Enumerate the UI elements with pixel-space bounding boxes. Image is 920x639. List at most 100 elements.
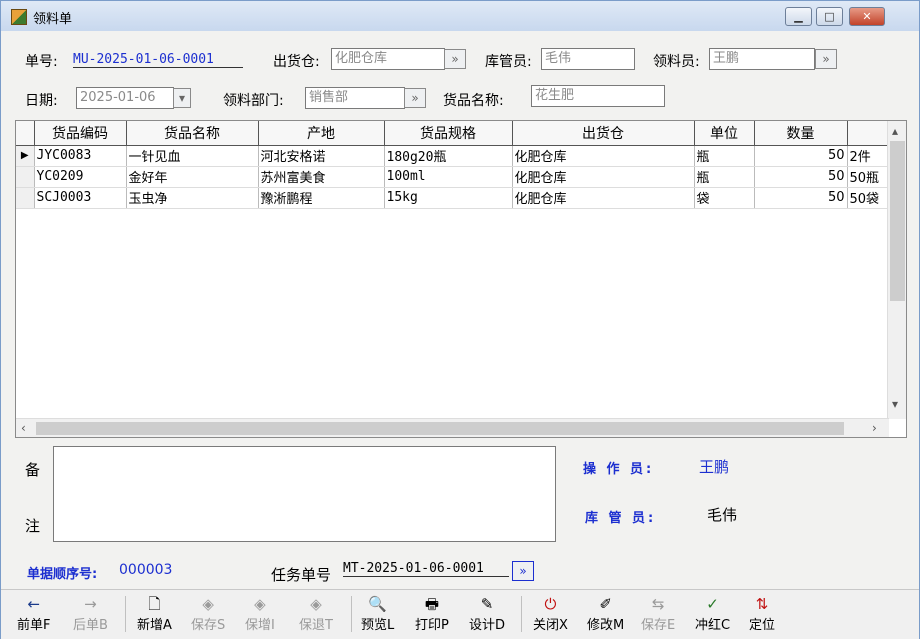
design-icon: ✎: [480, 595, 494, 613]
cell-quantity[interactable]: 50: [754, 166, 848, 188]
date-field[interactable]: 2025-01-06: [76, 87, 174, 109]
cell-extra[interactable]: 2件: [847, 145, 888, 167]
date-dropdown-button[interactable]: ▾: [173, 88, 191, 108]
close-button[interactable]: ⏻ 关闭X: [533, 594, 568, 636]
save-exit-icon: ◈: [310, 595, 322, 613]
col-header-warehouse[interactable]: 出货仓: [512, 121, 695, 146]
seq-value: 000003: [119, 562, 173, 578]
task-lookup-button[interactable]: »: [512, 561, 534, 581]
cell-unit[interactable]: 袋: [694, 187, 755, 209]
scroll-up-icon[interactable]: ▴: [892, 124, 898, 138]
cell-origin[interactable]: 苏州富美食: [258, 166, 385, 188]
cell-warehouse[interactable]: 化肥仓库: [512, 145, 695, 167]
power-icon: ⏻: [544, 595, 557, 613]
close-label: 关闭X: [533, 618, 568, 633]
cell-goods-name[interactable]: 玉虫净: [126, 187, 259, 209]
col-header-goods-code[interactable]: 货品编码: [34, 121, 127, 146]
col-header-goods-name[interactable]: 货品名称: [126, 121, 259, 146]
cell-warehouse[interactable]: 化肥仓库: [512, 166, 695, 188]
col-header-quantity[interactable]: 数量: [754, 121, 848, 146]
reverse-button[interactable]: ✓ 冲红C: [695, 594, 730, 636]
vertical-scrollbar[interactable]: ▴ ▾: [887, 121, 906, 419]
vertical-scroll-thumb[interactable]: [890, 141, 905, 301]
goods-name-label: 货品名称:: [443, 93, 504, 109]
cell-quantity[interactable]: 50: [754, 145, 848, 167]
remarks-label-bottom: 注: [25, 517, 41, 535]
operator-value: 王鹏: [699, 458, 730, 476]
toolbar-separator: [521, 596, 522, 632]
preview-icon: 🔍: [368, 595, 387, 613]
cell-spec[interactable]: 180g20瓶: [384, 145, 513, 167]
toolbar-separator: [351, 596, 352, 632]
save-exit-button[interactable]: ◈ 保退T: [299, 594, 333, 636]
maximize-button[interactable]: □: [816, 7, 843, 26]
row-indicator: [16, 166, 35, 188]
new-button[interactable]: 🗋 新增A: [137, 594, 172, 636]
cell-extra[interactable]: 50袋: [847, 187, 888, 209]
cell-origin[interactable]: 豫淅鹏程: [258, 187, 385, 209]
warehouse-lookup-button[interactable]: »: [444, 49, 466, 69]
save-exit-label: 保退T: [299, 618, 333, 633]
print-button[interactable]: 🖶 打印P: [415, 594, 449, 636]
cell-quantity[interactable]: 50: [754, 187, 848, 209]
next-doc-label: 后单B: [73, 618, 108, 633]
cell-goods-code[interactable]: JYC0083: [34, 145, 127, 167]
cell-origin[interactable]: 河北安格诺: [258, 145, 385, 167]
dept-label: 领料部门:: [223, 93, 284, 109]
minimize-button[interactable]: ▁: [785, 7, 812, 26]
cell-spec[interactable]: 15kg: [384, 187, 513, 209]
detail-grid: 货品编码 货品名称 产地 货品规格 出货仓 单位 数量 ▶ JYC0083 一针…: [15, 120, 907, 438]
scroll-down-icon[interactable]: ▾: [892, 397, 898, 411]
save-button[interactable]: ◈ 保存S: [191, 594, 225, 636]
remarks-label-top: 备: [25, 461, 41, 479]
scroll-left-icon[interactable]: ‹: [21, 421, 26, 435]
cell-unit[interactable]: 瓶: [694, 166, 755, 188]
modify-button[interactable]: ✐ 修改M: [587, 594, 624, 636]
design-label: 设计D: [469, 618, 506, 633]
cell-unit[interactable]: 瓶: [694, 145, 755, 167]
cell-warehouse[interactable]: 化肥仓库: [512, 187, 695, 209]
picker-label: 领料员:: [653, 54, 700, 70]
cell-goods-name[interactable]: 一针见血: [126, 145, 259, 167]
design-button[interactable]: ✎ 设计D: [469, 594, 505, 636]
keeper-field[interactable]: 毛伟: [541, 48, 635, 70]
locate-button[interactable]: ⇅ 定位: [749, 594, 775, 636]
cell-spec[interactable]: 100ml: [384, 166, 513, 188]
cell-goods-name[interactable]: 金好年: [126, 166, 259, 188]
col-header-unit[interactable]: 单位: [694, 121, 755, 146]
next-doc-button[interactable]: → 后单B: [73, 594, 108, 636]
row-indicator: [16, 187, 35, 209]
picker-field[interactable]: 王鹏: [709, 48, 815, 70]
cell-goods-code[interactable]: SCJ0003: [34, 187, 127, 209]
prev-doc-button[interactable]: ← 前单F: [17, 594, 50, 636]
modify-label: 修改M: [587, 618, 625, 633]
goods-name-field[interactable]: 花生肥: [531, 85, 665, 107]
scroll-right-icon[interactable]: ›: [872, 421, 877, 435]
preview-label: 预览L: [361, 618, 395, 633]
close-window-button[interactable]: ✕: [849, 7, 885, 26]
save-e-button[interactable]: ⇆ 保存E: [641, 594, 675, 636]
checkmark-icon: ✓: [706, 595, 719, 613]
table-row[interactable]: SCJ0003 玉虫净 豫淅鹏程 15kg 化肥仓库 袋 50 50袋: [16, 187, 888, 209]
app-icon: [11, 9, 27, 25]
doc-no-value: MU-2025-01-06-0001: [73, 52, 243, 68]
remarks-textarea[interactable]: [53, 446, 556, 542]
col-header-origin[interactable]: 产地: [258, 121, 385, 146]
picker-lookup-button[interactable]: »: [815, 49, 837, 69]
col-header-spec[interactable]: 货品规格: [384, 121, 513, 146]
cell-extra[interactable]: 50瓶: [847, 166, 888, 188]
warehouse-field[interactable]: 化肥仓库: [331, 48, 445, 70]
locate-icon: ⇅: [755, 595, 769, 613]
preview-button[interactable]: 🔍 预览L: [361, 594, 394, 636]
printer-icon: 🖶: [424, 595, 439, 613]
dept-lookup-button[interactable]: »: [404, 88, 426, 108]
save-new-button[interactable]: ◈ 保增I: [245, 594, 275, 636]
horizontal-scrollbar[interactable]: ‹ ›: [16, 418, 889, 437]
horizontal-scroll-thumb[interactable]: [36, 422, 844, 435]
col-header-extra[interactable]: [847, 121, 888, 146]
table-row[interactable]: ▶ JYC0083 一针见血 河北安格诺 180g20瓶 化肥仓库 瓶 50 2…: [16, 145, 888, 167]
dept-field[interactable]: 销售部: [305, 87, 405, 109]
cell-goods-code[interactable]: YC0209: [34, 166, 127, 188]
table-row[interactable]: YC0209 金好年 苏州富美食 100ml 化肥仓库 瓶 50 50瓶: [16, 166, 888, 188]
grid-header-row: 货品编码 货品名称 产地 货品规格 出货仓 单位 数量: [16, 121, 888, 146]
